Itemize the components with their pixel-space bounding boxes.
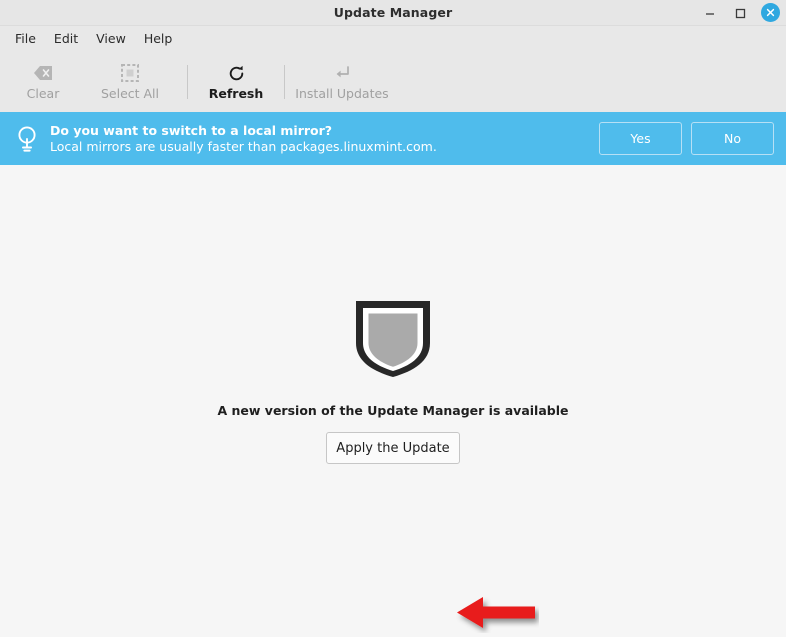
menu-item-view[interactable]: View [87, 30, 135, 49]
status-message: A new version of the Update Manager is a… [217, 403, 569, 418]
window-title: Update Manager [333, 5, 453, 20]
infobar-text: Do you want to switch to a local mirror?… [44, 122, 599, 154]
shield-icon [352, 297, 434, 381]
clear-button[interactable]: Clear [4, 55, 82, 109]
toolbar: Clear Select All Refresh Install Updates [0, 52, 786, 112]
menu-item-file[interactable]: File [6, 30, 45, 49]
select-all-button[interactable]: Select All [82, 55, 178, 109]
infobar-title: Do you want to switch to a local mirror? [50, 122, 333, 138]
toolbar-separator-2 [284, 65, 285, 99]
menu-item-help[interactable]: Help [135, 30, 182, 49]
infobar-subtitle: Local mirrors are usually faster than pa… [50, 138, 437, 154]
maximize-icon[interactable] [731, 4, 749, 22]
clear-icon [33, 63, 53, 83]
clear-label: Clear [26, 86, 60, 102]
minimize-icon[interactable] [701, 4, 719, 22]
main-content: A new version of the Update Manager is a… [0, 165, 786, 628]
titlebar: Update Manager [0, 0, 786, 26]
select-all-label: Select All [100, 86, 160, 102]
menu-item-edit[interactable]: Edit [45, 30, 87, 49]
mirror-no-button[interactable]: No [691, 122, 774, 155]
toolbar-separator-1 [187, 65, 188, 99]
refresh-label: Refresh [208, 86, 264, 102]
infobar-actions: Yes No [599, 122, 774, 155]
menubar: File Edit View Help [0, 26, 786, 52]
mirror-yes-button[interactable]: Yes [599, 122, 682, 155]
install-updates-button[interactable]: Install Updates [294, 55, 390, 109]
close-icon[interactable] [761, 3, 780, 22]
install-updates-icon [333, 63, 351, 83]
window-controls [701, 0, 780, 25]
lightbulb-icon [10, 124, 44, 154]
refresh-icon [227, 63, 246, 83]
local-mirror-infobar: Do you want to switch to a local mirror?… [0, 112, 786, 165]
update-manager-window: Update Manager File Edit View Help Clear… [0, 0, 786, 628]
install-updates-label: Install Updates [295, 86, 389, 102]
refresh-button[interactable]: Refresh [197, 55, 275, 109]
arrow-annotation-icon [455, 593, 539, 633]
apply-update-button[interactable]: Apply the Update [326, 432, 460, 464]
select-all-icon [121, 63, 139, 83]
